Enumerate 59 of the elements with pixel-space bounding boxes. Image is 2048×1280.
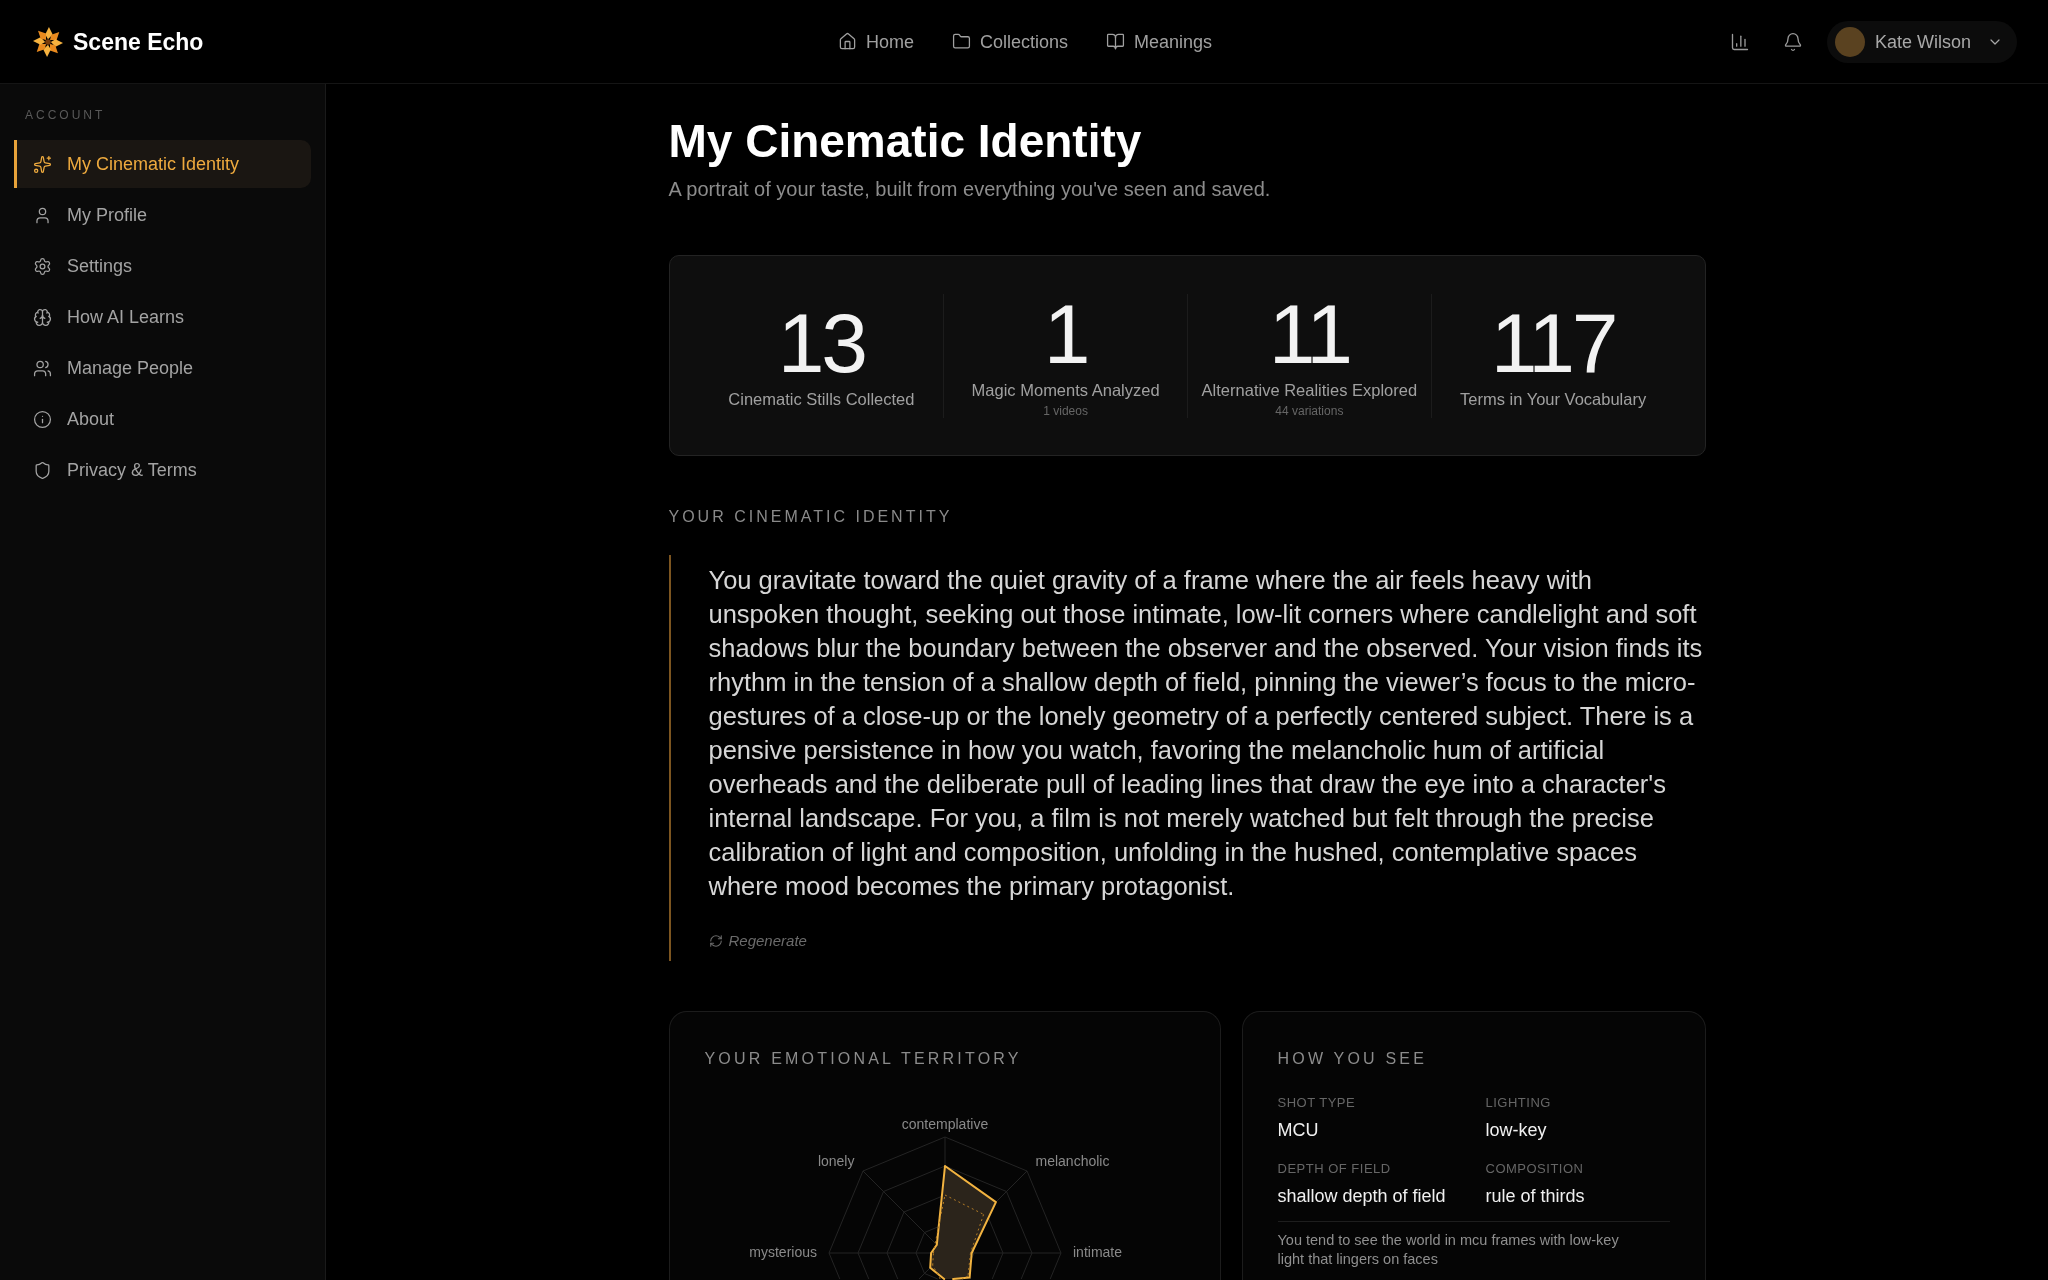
app-name: Scene Echo bbox=[73, 27, 204, 56]
sidebar-item[interactable]: My Cinematic Identity bbox=[14, 140, 311, 188]
section-label: ACCOUNT bbox=[24, 108, 107, 122]
attribute-value: low-key bbox=[1485, 1119, 1548, 1142]
identity-text: You gravitate toward the quiet gravity of a frame where the air feels heavy with unspoken thought, seeking out those intimate, low-lit corners where candlelight and soft shadows blur the boundary between the observer and the observed. Your vision finds its rhythm in the tension of a shallow depth of field, pinning the viewer’s focus to the micro-gestures of a close-up or the lonely geometry of a perfectly centered subject. There is a pensive persistence in how you watch, favoring the melancholic hum of artificial overheads and the deliberate pull of leading lines that draw the eye into a character's internal landscape. For you, a film is not merely watched but felt through the precise calibration of light and composition, unfolding in the hushed, contemplative spaces where mood becomes the primary protagonist. bbox=[708, 565, 1704, 902]
page-subtitle: A portrait of your taste, built from everything you've seen and saved. bbox=[668, 177, 1272, 202]
attribute-label: LIGHTING bbox=[1485, 1095, 1552, 1111]
pinwheel-logo-icon bbox=[33, 26, 63, 57]
summary-text: You tend to see the world in mcu frames with low-key light that lingers on faces bbox=[1277, 1231, 1620, 1269]
axis-label: contemplative bbox=[901, 1115, 988, 1132]
sidebar-item[interactable]: Settings bbox=[14, 242, 311, 290]
axis-label: intimate bbox=[1072, 1243, 1122, 1260]
section-heading: YOUR CINEMATIC IDENTITY bbox=[668, 507, 954, 527]
stat-value: 1 bbox=[1043, 292, 1088, 376]
sidebar-item[interactable]: Privacy & Terms bbox=[14, 446, 311, 494]
house-icon bbox=[837, 32, 857, 51]
stat-value: 117 bbox=[1490, 301, 1616, 385]
page-title: My Cinematic Identity bbox=[668, 114, 1143, 169]
sidebar-item[interactable]: About bbox=[14, 395, 311, 443]
bar-chart-icon[interactable] bbox=[1729, 31, 1750, 52]
card-title: YOUR EMOTIONAL TERRITORY bbox=[704, 1049, 1023, 1069]
sparkles-icon bbox=[33, 154, 52, 174]
sidebar-item[interactable]: Manage People bbox=[14, 344, 311, 392]
people-icon bbox=[33, 358, 52, 378]
regenerate-button[interactable]: Regenerate bbox=[708, 931, 807, 951]
stat-label: Cinematic Stills Collected bbox=[728, 389, 915, 410]
axis-label: mysterious bbox=[748, 1243, 817, 1260]
user-menu-button[interactable]: Kate Wilson bbox=[1826, 20, 2017, 63]
attribute-value: MCU bbox=[1277, 1119, 1320, 1142]
attribute-label: DEPTH OF FIELD bbox=[1277, 1161, 1392, 1177]
stat-value: 13 bbox=[777, 301, 866, 385]
folder-icon bbox=[951, 32, 971, 51]
nav-link[interactable]: Collections bbox=[951, 29, 1068, 54]
avatar-placeholder bbox=[1834, 26, 1865, 57]
attribute-label: COMPOSITION bbox=[1485, 1161, 1585, 1177]
attribute-value: shallow depth of field bbox=[1277, 1185, 1447, 1208]
stat-detail: 1 videos bbox=[1043, 403, 1088, 419]
stat-value: 11 bbox=[1268, 292, 1350, 376]
person-icon bbox=[33, 205, 52, 225]
nav-link[interactable]: Home bbox=[837, 29, 914, 54]
shield-icon bbox=[33, 460, 52, 480]
stat-label: Alternative Realities Explored bbox=[1201, 380, 1418, 401]
attribute-label: SHOT TYPE bbox=[1277, 1095, 1357, 1111]
attribute-value: rule of thirds bbox=[1485, 1185, 1586, 1208]
stat-detail: 44 variations bbox=[1275, 403, 1344, 419]
notifications-icon[interactable] bbox=[1782, 31, 1803, 52]
stat-label: Terms in Your Vocabulary bbox=[1460, 389, 1647, 410]
stat-label: Magic Moments Analyzed bbox=[971, 380, 1160, 401]
sidebar-item[interactable]: My Profile bbox=[14, 191, 311, 239]
open-book-icon bbox=[1106, 32, 1125, 51]
brain-icon bbox=[33, 307, 52, 327]
axis-label: lonely bbox=[817, 1153, 854, 1170]
sidebar-item[interactable]: How AI Learns bbox=[14, 293, 311, 341]
info-icon bbox=[33, 409, 52, 429]
nav-link[interactable]: Meanings bbox=[1106, 29, 1213, 54]
refresh-icon bbox=[708, 934, 723, 948]
axis-label: melancholic bbox=[1035, 1153, 1109, 1170]
card-title: HOW YOU SEE bbox=[1277, 1049, 1429, 1069]
gear-icon bbox=[33, 256, 52, 276]
